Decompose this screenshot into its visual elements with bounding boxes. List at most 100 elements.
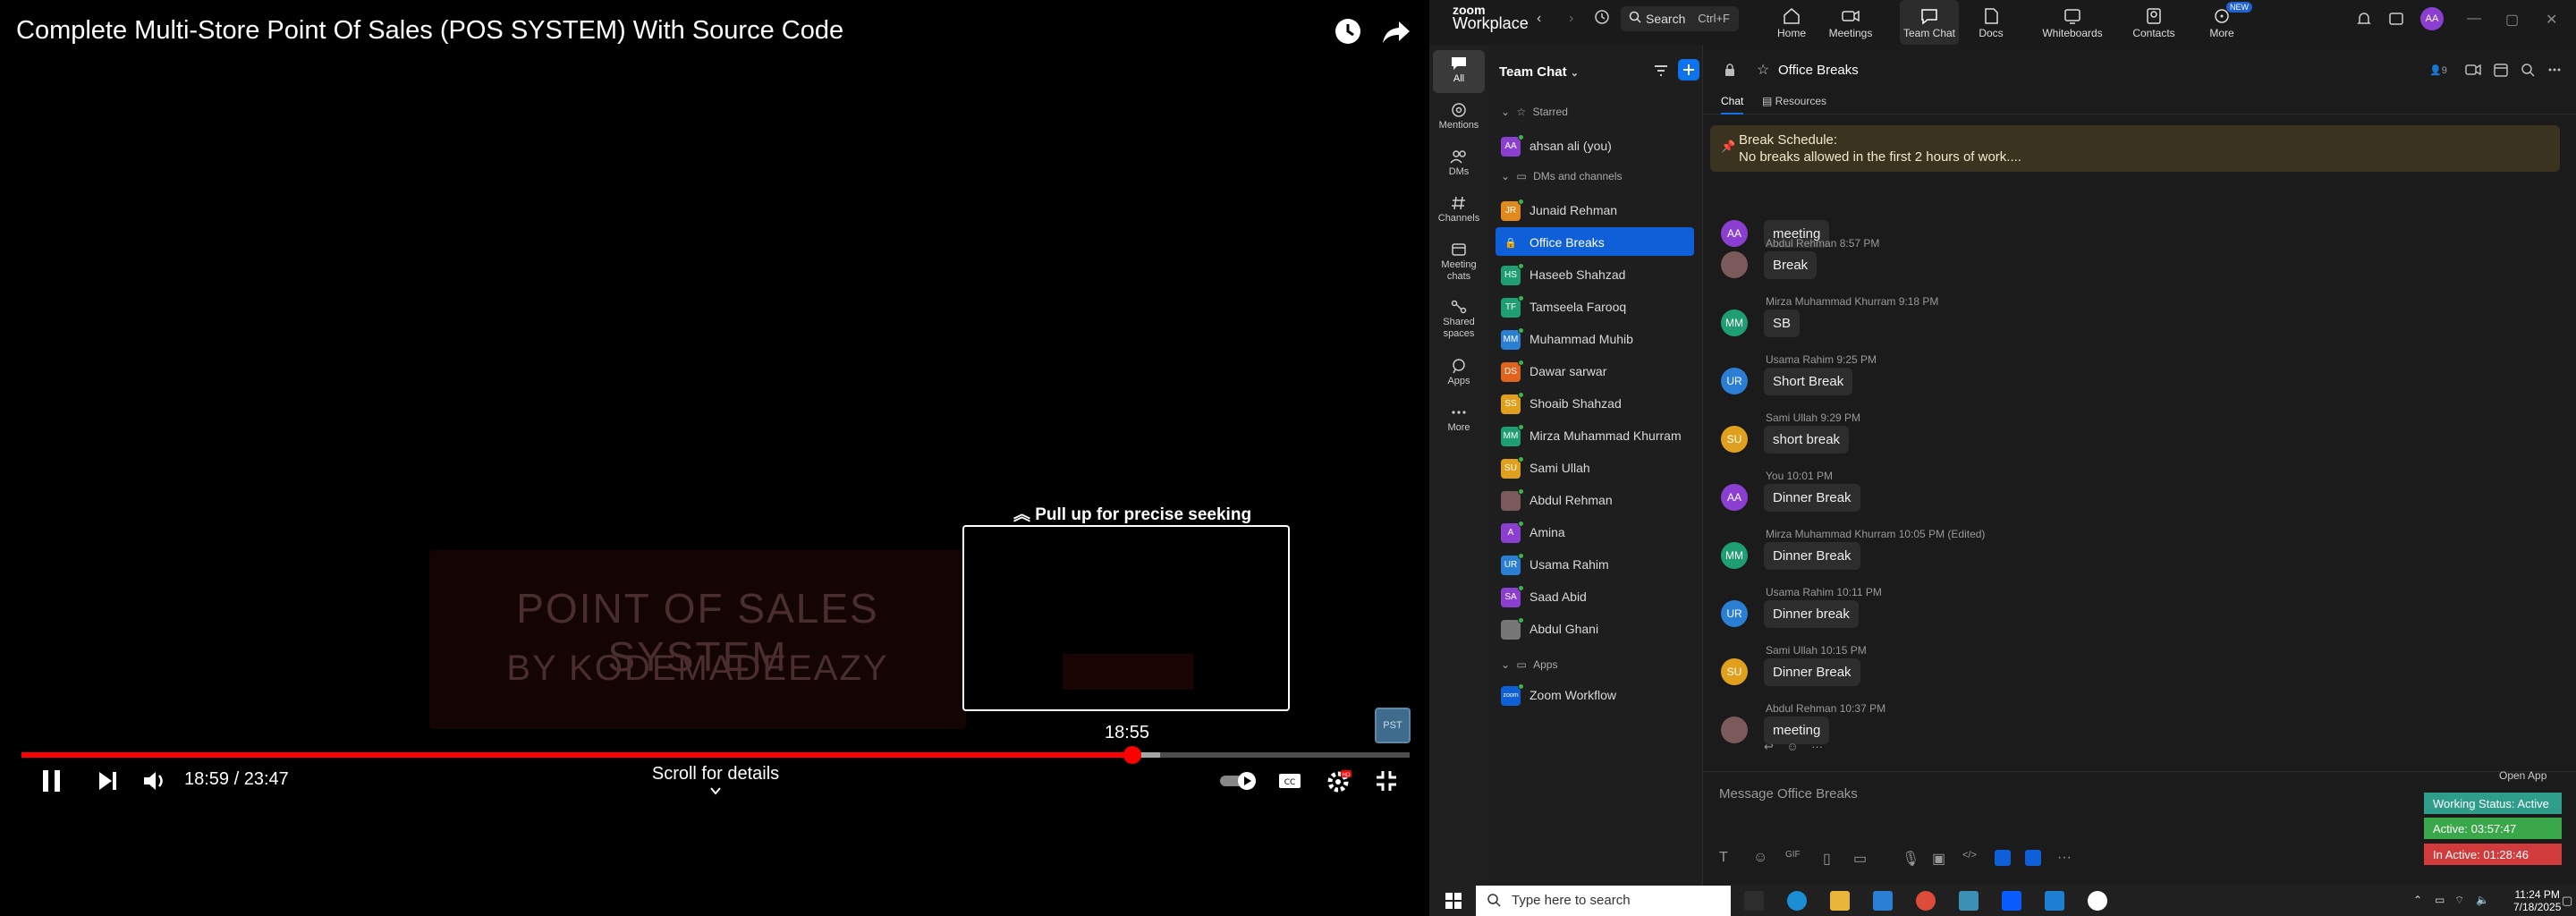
nav-meetings[interactable]: Meetings (1825, 0, 1877, 45)
settings-gear-icon[interactable]: HD (1326, 768, 1352, 794)
sidebar-item[interactable]: zoom Zoom Workflow (1496, 680, 1694, 708)
tab-resources[interactable]: ▤ Resources (1762, 95, 1826, 107)
sidebar-item[interactable]: SA Saad Abid (1496, 581, 1694, 610)
section-dms-channels[interactable]: ⌄ ▭ DMs and channels (1501, 170, 1622, 182)
message-avatar[interactable]: AA (1721, 220, 1748, 247)
microphone-icon[interactable]: 🎙 (1902, 850, 1919, 867)
member-count[interactable]: 👤9 (2429, 64, 2447, 76)
section-apps[interactable]: ⌄ ▭ Apps (1501, 658, 1557, 671)
message-avatar[interactable] (1721, 251, 1748, 278)
message-avatar[interactable]: MM (1721, 542, 1748, 569)
open-app-button[interactable]: Open App (2499, 769, 2546, 782)
minimize-window-icon[interactable]: — (2467, 11, 2481, 26)
star-icon[interactable]: ☆ (1757, 61, 1769, 79)
new-chat-button[interactable] (1678, 59, 1699, 81)
screenshot-icon[interactable]: ▭ (1853, 850, 1869, 867)
sidebar-item[interactable]: AA ahsan ali (you) (1496, 131, 1694, 159)
rail-channels[interactable]: Channels (1433, 190, 1485, 233)
rail-meeting-chats[interactable]: Meeting chats (1433, 236, 1485, 290)
message-bubble[interactable]: Break (1764, 251, 1818, 279)
sidebar-item[interactable]: MM Muhammad Muhib (1496, 324, 1694, 352)
nav-more[interactable]: NEW More (2197, 0, 2252, 45)
message-avatar[interactable]: UR (1721, 368, 1748, 394)
rail-shared-spaces[interactable]: Shared spaces (1433, 293, 1485, 347)
calendar-icon[interactable] (2494, 63, 2508, 81)
ellipsis-icon[interactable]: ··· (1811, 740, 1823, 753)
message-avatar[interactable]: SU (1721, 658, 1748, 685)
app-icon[interactable] (1959, 891, 1979, 911)
tab-chat[interactable]: Chat (1721, 95, 1744, 114)
sidebar-item[interactable]: A Amina (1496, 517, 1694, 546)
filter-icon[interactable] (1653, 63, 1669, 83)
sidebar-item[interactable]: SU Sami Ullah (1496, 453, 1694, 481)
nav-contacts[interactable]: Contacts (2129, 0, 2179, 45)
close-window-icon[interactable]: ✕ (2546, 11, 2558, 28)
rail-apps[interactable]: Apps (1433, 352, 1485, 395)
rail-dms[interactable]: DMs (1433, 143, 1485, 186)
pinned-message[interactable]: 📌 Break Schedule: No breaks allowed in t… (1710, 125, 2560, 172)
progress-bar[interactable] (21, 746, 1410, 764)
windows-start-icon[interactable] (1445, 893, 1462, 909)
notification-bell-icon[interactable] (2356, 11, 2372, 31)
rail-more[interactable]: More (1433, 399, 1485, 442)
section-starred[interactable]: ⌄ ☆ Starred (1501, 106, 1568, 118)
store-icon[interactable] (1873, 891, 1893, 911)
autoplay-toggle[interactable] (1218, 768, 1259, 794)
edge-browser-icon[interactable] (1787, 891, 1807, 911)
sidebar-item[interactable]: DS Dawar sarwar (1496, 356, 1694, 385)
message-avatar[interactable]: UR (1721, 600, 1748, 627)
sidebar-item[interactable]: TF Tamseela Farooq (1496, 292, 1694, 320)
notification-center-icon[interactable]: ▢ (2562, 894, 2572, 908)
emoji-reaction-icon[interactable]: ☺ (1786, 740, 1798, 753)
tracker-app-icon[interactable] (2088, 891, 2107, 911)
message-bubble[interactable]: SB (1764, 310, 1801, 337)
nav-team-chat[interactable]: Team Chat (1900, 0, 1959, 45)
zoom-app-icon[interactable] (2002, 891, 2021, 911)
message-avatar[interactable]: SU (1721, 426, 1748, 453)
more-options-icon[interactable] (2547, 63, 2562, 81)
text-format-icon[interactable]: T (1719, 850, 1735, 866)
panel-toggle-icon[interactable] (2388, 11, 2404, 31)
share-icon[interactable] (1381, 16, 1411, 47)
rail-mentions[interactable]: Mentions (1433, 97, 1485, 140)
sidebar-item[interactable]: SS Shoaib Shahzad (1496, 388, 1694, 417)
message-avatar[interactable]: MM (1721, 310, 1748, 336)
app-icon-2[interactable] (2025, 850, 2041, 866)
taskbar-clock[interactable]: 11:24 PM 7/18/2025 (2513, 888, 2561, 913)
sidebar-title[interactable]: Team Chat ⌄ (1499, 64, 1579, 80)
message-bubble[interactable]: Dinner Break (1764, 658, 1860, 686)
user-avatar[interactable]: AA (2420, 7, 2444, 30)
watch-later-icon[interactable] (1333, 16, 1363, 47)
message-bubble[interactable]: Dinner Break (1764, 542, 1860, 570)
progress-scrubber[interactable] (1123, 746, 1141, 764)
sidebar-item[interactable]: JR Junaid Rehman (1496, 195, 1694, 224)
nav-whiteboards[interactable]: Whiteboards (2039, 0, 2106, 45)
gif-icon[interactable]: GIF (1785, 850, 1801, 866)
app-icon-1[interactable] (1995, 850, 2011, 866)
sidebar-item[interactable]: MM Mirza Muhammad Khurram (1496, 420, 1694, 449)
forward-arrow-icon[interactable]: › (1569, 11, 1573, 27)
nav-home[interactable]: Home (1769, 0, 1814, 45)
speaker-icon[interactable]: 🔈 (2476, 894, 2489, 906)
tray-chevron-up-icon[interactable]: ⌃ (2413, 894, 2422, 906)
message-bubble[interactable]: Dinner break (1764, 600, 1859, 628)
back-arrow-icon[interactable]: ‹ (1537, 11, 1541, 27)
sidebar-item[interactable]: HS Haseeb Shahzad (1496, 259, 1694, 288)
more-tools-icon[interactable]: ··· (2057, 850, 2073, 866)
pause-button[interactable] (39, 768, 64, 794)
channel-watermark[interactable]: PST (1375, 708, 1411, 743)
video-player[interactable]: Complete Multi-Store Point Of Sales (POS… (0, 0, 1429, 916)
nav-docs[interactable]: Docs (1971, 0, 2011, 45)
task-view-icon[interactable] (1744, 891, 1764, 911)
captions-icon[interactable]: CC (1277, 768, 1302, 794)
maximize-window-icon[interactable]: ▢ (2505, 11, 2519, 28)
sidebar-item[interactable]: UR Usama Rahim (1496, 549, 1694, 578)
message-avatar[interactable]: AA (1721, 484, 1748, 511)
message-avatar[interactable] (1721, 717, 1748, 743)
scroll-for-details[interactable]: Scroll for details (626, 764, 805, 785)
sidebar-item[interactable]: Abdul Rehman (1496, 485, 1694, 513)
emoji-icon[interactable]: ☺ (1753, 850, 1769, 866)
video-message-icon[interactable]: ▣ (1932, 850, 1948, 867)
taskbar-search[interactable]: Type here to search (1476, 886, 1731, 916)
chrome-icon[interactable] (1916, 891, 1936, 911)
